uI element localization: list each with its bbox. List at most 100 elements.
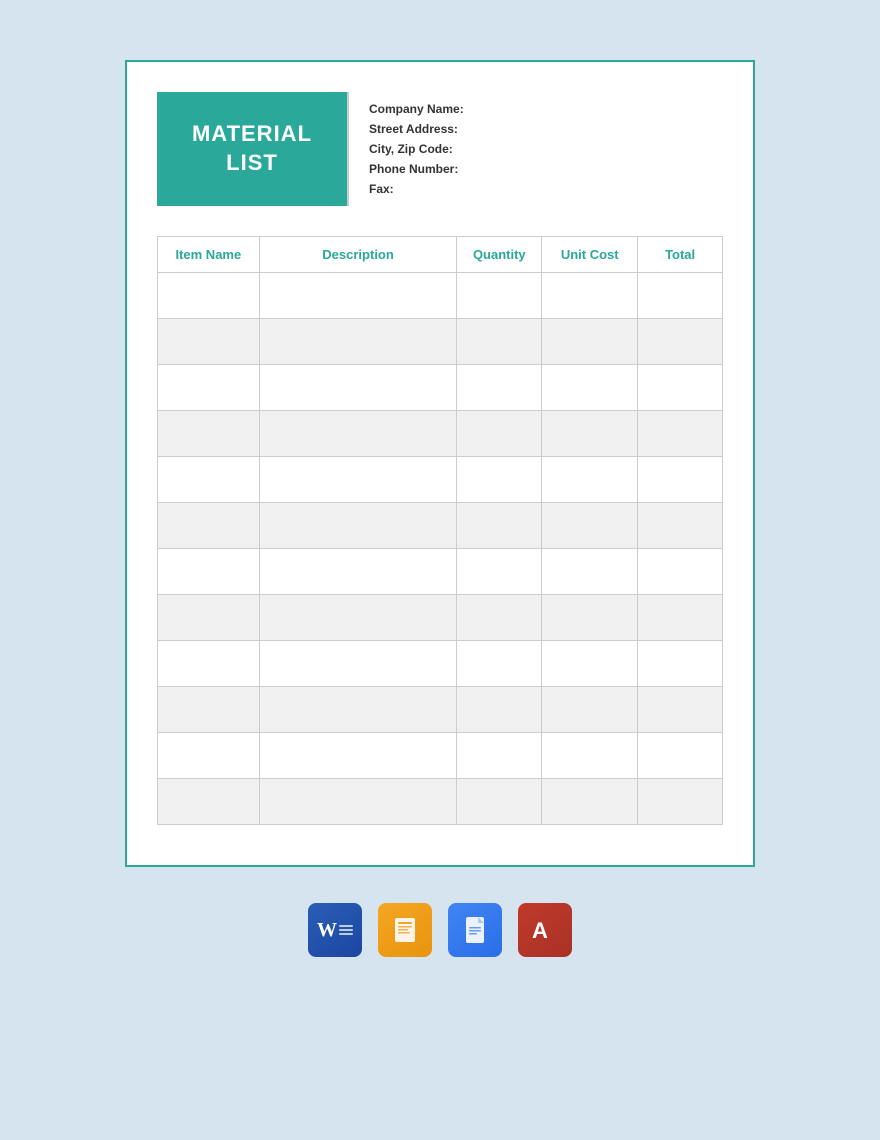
table-row[interactable]	[158, 457, 723, 503]
col-header-total: Total	[638, 237, 723, 273]
table-cell[interactable]	[158, 779, 260, 825]
pages-icon[interactable]	[378, 903, 432, 957]
table-cell[interactable]	[259, 457, 457, 503]
table-cell[interactable]	[259, 549, 457, 595]
table-cell[interactable]	[457, 687, 542, 733]
table-cell[interactable]	[542, 273, 638, 319]
table-row[interactable]	[158, 365, 723, 411]
table-row[interactable]	[158, 779, 723, 825]
table-row[interactable]	[158, 503, 723, 549]
table-cell[interactable]	[638, 457, 723, 503]
material-table: Item Name Description Quantity Unit Cost…	[157, 236, 723, 825]
table-row[interactable]	[158, 273, 723, 319]
table-cell[interactable]	[638, 549, 723, 595]
table-cell[interactable]	[542, 411, 638, 457]
table-cell[interactable]	[457, 733, 542, 779]
table-cell[interactable]	[542, 319, 638, 365]
acrobat-icon[interactable]: A	[518, 903, 572, 957]
table-cell[interactable]	[259, 319, 457, 365]
table-row[interactable]	[158, 319, 723, 365]
table-cell[interactable]	[638, 641, 723, 687]
svg-text:A: A	[532, 918, 548, 943]
table-cell[interactable]	[158, 273, 260, 319]
table-cell[interactable]	[259, 595, 457, 641]
city-row: City, Zip Code:	[369, 142, 703, 156]
document-header: MATERIAL LIST Company Name: Street Addre…	[157, 92, 723, 206]
table-cell[interactable]	[457, 411, 542, 457]
docs-icon[interactable]	[448, 903, 502, 957]
company-name-row: Company Name:	[369, 102, 703, 116]
table-cell[interactable]	[542, 595, 638, 641]
table-cell[interactable]	[457, 503, 542, 549]
table-cell[interactable]	[457, 595, 542, 641]
table-row[interactable]	[158, 733, 723, 779]
table-cell[interactable]	[158, 595, 260, 641]
col-header-quantity: Quantity	[457, 237, 542, 273]
table-cell[interactable]	[259, 779, 457, 825]
table-cell[interactable]	[158, 503, 260, 549]
table-cell[interactable]	[638, 365, 723, 411]
app-icons-row: W A	[308, 903, 572, 957]
table-cell[interactable]	[542, 503, 638, 549]
table-cell[interactable]	[638, 595, 723, 641]
table-cell[interactable]	[457, 457, 542, 503]
acrobat-svg-icon: A	[527, 912, 563, 948]
company-info-section: Company Name: Street Address: City, Zip …	[347, 92, 723, 206]
document-title: MATERIAL LIST	[157, 92, 347, 206]
col-header-unit-cost: Unit Cost	[542, 237, 638, 273]
table-cell[interactable]	[542, 687, 638, 733]
table-cell[interactable]	[457, 273, 542, 319]
table-cell[interactable]	[158, 411, 260, 457]
table-cell[interactable]	[259, 641, 457, 687]
table-cell[interactable]	[457, 365, 542, 411]
table-cell[interactable]	[158, 641, 260, 687]
table-cell[interactable]	[638, 273, 723, 319]
table-cell[interactable]	[259, 687, 457, 733]
fax-label: Fax:	[369, 182, 479, 196]
table-cell[interactable]	[542, 457, 638, 503]
table-cell[interactable]	[542, 779, 638, 825]
table-cell[interactable]	[259, 733, 457, 779]
table-row[interactable]	[158, 687, 723, 733]
street-address-label: Street Address:	[369, 122, 479, 136]
table-cell[interactable]	[457, 641, 542, 687]
table-cell[interactable]	[158, 365, 260, 411]
table-cell[interactable]	[158, 687, 260, 733]
table-cell[interactable]	[457, 549, 542, 595]
company-name-label: Company Name:	[369, 102, 479, 116]
city-label: City, Zip Code:	[369, 142, 479, 156]
table-cell[interactable]	[638, 319, 723, 365]
table-cell[interactable]	[259, 503, 457, 549]
phone-label: Phone Number:	[369, 162, 479, 176]
table-cell[interactable]	[158, 457, 260, 503]
table-cell[interactable]	[457, 779, 542, 825]
docs-svg-icon	[459, 914, 491, 946]
table-cell[interactable]	[638, 687, 723, 733]
col-header-description: Description	[259, 237, 457, 273]
word-icon[interactable]: W	[308, 903, 362, 957]
table-cell[interactable]	[542, 365, 638, 411]
table-cell[interactable]	[542, 549, 638, 595]
table-cell[interactable]	[158, 549, 260, 595]
table-cell[interactable]	[542, 733, 638, 779]
table-cell[interactable]	[259, 411, 457, 457]
table-cell[interactable]	[638, 779, 723, 825]
document-container: MATERIAL LIST Company Name: Street Addre…	[125, 60, 755, 867]
table-header-row: Item Name Description Quantity Unit Cost…	[158, 237, 723, 273]
table-cell[interactable]	[259, 273, 457, 319]
table-cell[interactable]	[457, 319, 542, 365]
table-cell[interactable]	[158, 733, 260, 779]
table-cell[interactable]	[158, 319, 260, 365]
table-cell[interactable]	[638, 411, 723, 457]
table-cell[interactable]	[638, 503, 723, 549]
table-row[interactable]	[158, 411, 723, 457]
table-cell[interactable]	[542, 641, 638, 687]
table-row[interactable]	[158, 549, 723, 595]
table-row[interactable]	[158, 641, 723, 687]
pages-svg-icon	[389, 914, 421, 946]
col-header-item-name: Item Name	[158, 237, 260, 273]
table-row[interactable]	[158, 595, 723, 641]
table-cell[interactable]	[638, 733, 723, 779]
table-cell[interactable]	[259, 365, 457, 411]
street-address-row: Street Address:	[369, 122, 703, 136]
